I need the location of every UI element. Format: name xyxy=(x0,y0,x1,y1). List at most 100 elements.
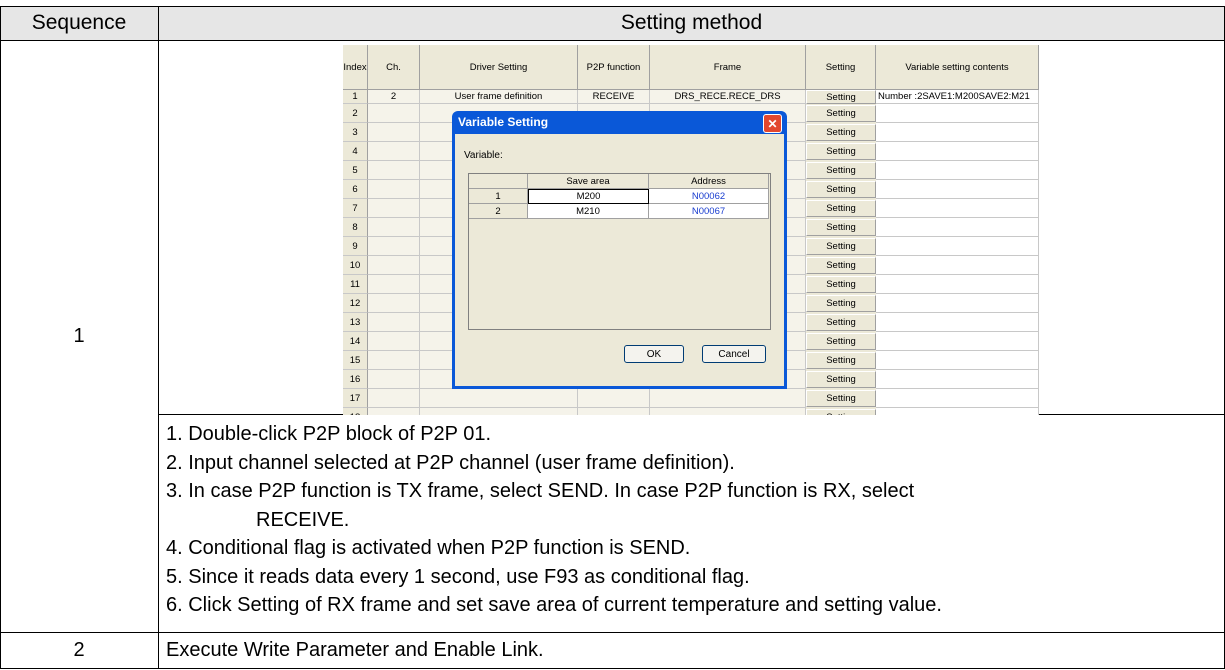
row-setting-button[interactable]: Setting xyxy=(806,143,876,160)
row-setting-button[interactable]: Setting xyxy=(806,371,876,388)
close-icon[interactable]: ✕ xyxy=(763,114,782,133)
row-channel-cell[interactable] xyxy=(368,294,420,313)
row-2-instruction: Execute Write Parameter and Enable Link. xyxy=(166,638,544,661)
row-driver-cell[interactable] xyxy=(420,389,578,408)
row-channel[interactable]: 2 xyxy=(368,90,420,104)
sequence-number-2: 2 xyxy=(73,638,85,661)
row-p2p-function[interactable]: RECEIVE xyxy=(578,90,650,104)
step-6: 6. Click Setting of RX frame and set sav… xyxy=(166,594,942,616)
step-1: 1. Double-click P2P block of P2P 01. xyxy=(166,423,491,445)
row-channel-cell[interactable] xyxy=(368,389,420,408)
ok-button[interactable]: OK xyxy=(624,345,684,363)
row-index: 12 xyxy=(343,294,368,313)
row-channel-cell[interactable] xyxy=(368,351,420,370)
row-channel-cell[interactable] xyxy=(368,180,420,199)
row-setting-button[interactable]: Setting xyxy=(806,200,876,217)
row-contents-cell[interactable] xyxy=(876,275,1039,294)
row-setting-button[interactable]: Setting xyxy=(806,90,876,104)
row-setting-button[interactable]: Setting xyxy=(806,295,876,312)
row-setting-button[interactable]: Setting xyxy=(806,162,876,179)
row-p2p-cell[interactable] xyxy=(578,389,650,408)
cancel-button[interactable]: Cancel xyxy=(702,345,766,363)
vt-row-number: 2 xyxy=(469,204,528,219)
row-index: 10 xyxy=(343,256,368,275)
row-index: 18 xyxy=(343,408,368,415)
row-contents-cell[interactable] xyxy=(876,332,1039,351)
table-border-top xyxy=(0,6,1225,7)
row-setting-button[interactable]: Setting xyxy=(806,276,876,293)
row-setting-button[interactable]: Setting xyxy=(806,105,876,122)
row-index: 6 xyxy=(343,180,368,199)
vt-address: N00067 xyxy=(649,204,769,219)
row-setting-button[interactable]: Setting xyxy=(806,390,876,407)
row-contents-cell[interactable] xyxy=(876,256,1039,275)
row-contents-cell[interactable] xyxy=(876,161,1039,180)
row-index: 8 xyxy=(343,218,368,237)
row-contents-cell[interactable] xyxy=(876,199,1039,218)
row-setting-button[interactable]: Setting xyxy=(806,352,876,369)
row-setting-button[interactable]: Setting xyxy=(806,409,876,415)
variable-setting-dialog: Variable Setting ✕ Variable: Save area A… xyxy=(452,111,787,389)
row-contents-cell[interactable] xyxy=(876,313,1039,332)
row-setting-button[interactable]: Setting xyxy=(806,314,876,331)
row-index: 9 xyxy=(343,237,368,256)
row-channel-cell[interactable] xyxy=(368,104,420,123)
row-channel-cell[interactable] xyxy=(368,218,420,237)
col-header-driver-setting: Driver Setting xyxy=(420,45,578,90)
row-setting-button[interactable]: Setting xyxy=(806,238,876,255)
row-frame-cell[interactable] xyxy=(650,389,806,408)
row-channel-cell[interactable] xyxy=(368,237,420,256)
sequence-column-header: Sequence xyxy=(31,11,127,34)
row-driver-setting[interactable]: User frame definition xyxy=(420,90,578,104)
row-contents-cell[interactable] xyxy=(876,351,1039,370)
variable-table-row: 2 M210 N00067 xyxy=(469,204,769,219)
row-contents-cell[interactable] xyxy=(876,370,1039,389)
vt-header-blank xyxy=(469,174,528,189)
row-setting-button[interactable]: Setting xyxy=(806,181,876,198)
variable-label: Variable: xyxy=(464,150,503,161)
row-index: 3 xyxy=(343,123,368,142)
row-contents-cell[interactable] xyxy=(876,408,1039,415)
row-channel-cell[interactable] xyxy=(368,142,420,161)
row-channel-cell[interactable] xyxy=(368,199,420,218)
row-channel-cell[interactable] xyxy=(368,332,420,351)
row-setting-button[interactable]: Setting xyxy=(806,257,876,274)
row-channel-cell[interactable] xyxy=(368,161,420,180)
row-contents-cell[interactable] xyxy=(876,294,1039,313)
row-contents-cell[interactable] xyxy=(876,142,1039,161)
row-frame[interactable]: DRS_RECE.RECE_DRS xyxy=(650,90,806,104)
col-header-p2p-function: P2P function xyxy=(578,45,650,90)
row-setting-button[interactable]: Setting xyxy=(806,219,876,236)
row-contents-cell[interactable] xyxy=(876,104,1039,123)
row-channel-cell[interactable] xyxy=(368,256,420,275)
col-header-setting: Setting xyxy=(806,45,876,90)
vt-save-area-input[interactable]: M210 xyxy=(528,204,649,219)
row-channel-cell[interactable] xyxy=(368,370,420,389)
row-index: 4 xyxy=(343,142,368,161)
row-channel-cell[interactable] xyxy=(368,408,420,415)
variable-table: Save area Address 1 M200 N00062 2 M210 N… xyxy=(468,173,771,330)
row-contents-cell[interactable] xyxy=(876,123,1039,142)
row-setting-button[interactable]: Setting xyxy=(806,124,876,141)
row-setting-button[interactable]: Setting xyxy=(806,333,876,350)
row-frame-cell[interactable] xyxy=(650,408,806,415)
row-contents-cell[interactable] xyxy=(876,218,1039,237)
vt-save-area-input[interactable]: M200 xyxy=(528,189,649,204)
row-contents-cell[interactable] xyxy=(876,237,1039,256)
column-divider xyxy=(158,6,159,669)
row-channel-cell[interactable] xyxy=(368,275,420,294)
row-contents-cell[interactable] xyxy=(876,180,1039,199)
col-header-index: Index xyxy=(343,45,368,90)
row-channel-cell[interactable] xyxy=(368,123,420,142)
row-driver-cell[interactable] xyxy=(420,408,578,415)
step-4: 4. Conditional flag is activated when P2… xyxy=(166,537,691,559)
row-channel-cell[interactable] xyxy=(368,313,420,332)
vt-row-number: 1 xyxy=(469,189,528,204)
step-3-continued: RECEIVE. xyxy=(256,508,350,531)
row-contents-cell[interactable] xyxy=(876,389,1039,408)
row-p2p-cell[interactable] xyxy=(578,408,650,415)
table-border-bottom xyxy=(0,668,1225,669)
vt-address: N00062 xyxy=(649,189,769,204)
vt-header-address: Address xyxy=(649,174,769,189)
setting-method-column-header: Setting method xyxy=(620,11,763,34)
